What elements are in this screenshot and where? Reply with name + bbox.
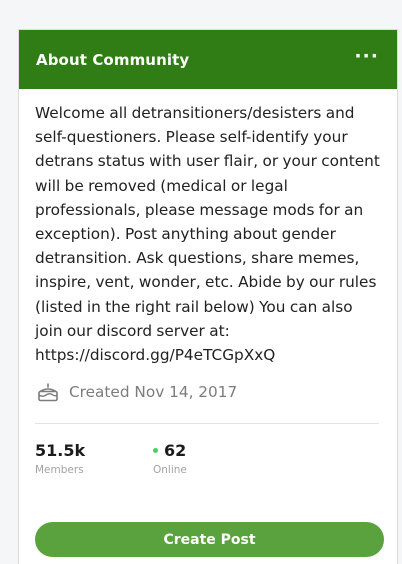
community-stats: 51.5k Members 62 Online xyxy=(35,441,381,476)
online-count-row: 62 xyxy=(153,441,187,461)
card-body: Welcome all detransitioners/desisters an… xyxy=(19,89,397,558)
online-stat: 62 Online xyxy=(153,441,187,476)
online-label: Online xyxy=(153,464,187,477)
members-label: Members xyxy=(35,464,84,477)
online-dot-icon xyxy=(153,448,158,454)
divider xyxy=(35,423,379,425)
members-count: 51.5k xyxy=(35,441,86,461)
created-date-row: Created Nov 14, 2017 xyxy=(35,378,381,406)
card-title: About Community xyxy=(36,50,190,69)
cake-icon xyxy=(38,383,58,402)
create-post-button[interactable]: Create Post xyxy=(35,522,384,558)
online-count: 62 xyxy=(164,441,187,461)
members-stat: 51.5k Members xyxy=(35,441,153,476)
about-community-card: About Community ··· Welcome all detransi… xyxy=(18,29,398,564)
card-header: About Community ··· xyxy=(19,30,397,89)
more-options-icon[interactable]: ··· xyxy=(354,47,379,72)
created-date: Created Nov 14, 2017 xyxy=(69,383,238,402)
community-description: Welcome all detransitioners/desisters an… xyxy=(35,104,380,365)
